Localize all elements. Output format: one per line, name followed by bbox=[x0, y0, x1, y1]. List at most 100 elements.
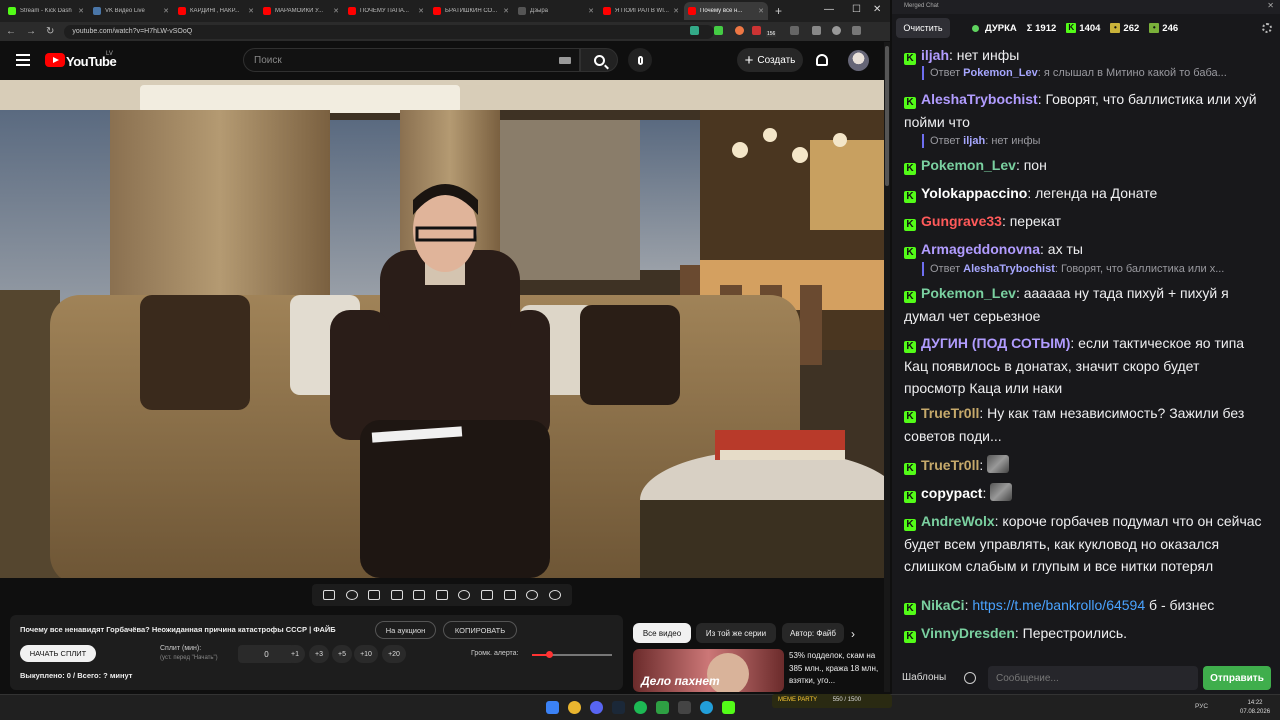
minimize-icon[interactable]: — bbox=[824, 4, 834, 15]
chat-username[interactable]: AleshaTrybochist bbox=[921, 91, 1038, 107]
gear-icon[interactable] bbox=[548, 590, 561, 600]
chat-username[interactable]: TrueTr0ll bbox=[921, 457, 979, 473]
chat-username[interactable]: TrueTr0ll bbox=[921, 405, 979, 421]
back-icon[interactable]: ← bbox=[6, 26, 16, 37]
browser-tab[interactable]: БРАТИШКИН СО... ✕ bbox=[429, 2, 513, 20]
download-icon[interactable] bbox=[812, 26, 821, 35]
increment-button[interactable]: +10 bbox=[354, 645, 378, 663]
create-button[interactable]: + Создать bbox=[737, 48, 803, 72]
discord-icon[interactable] bbox=[590, 701, 603, 714]
tab-close-icon[interactable]: ✕ bbox=[163, 7, 169, 15]
browser-tab[interactable]: КАРДИНГ, НАКР... ✕ bbox=[174, 2, 258, 20]
chrome-icon[interactable] bbox=[568, 701, 581, 714]
increment-button[interactable]: +5 bbox=[332, 645, 352, 663]
add-icon[interactable] bbox=[480, 590, 493, 600]
browser-tab[interactable]: Stream - Kick Dash ✕ bbox=[4, 2, 88, 20]
extension-icon[interactable] bbox=[690, 26, 699, 35]
tab-close-icon[interactable]: ✕ bbox=[503, 7, 509, 15]
playlist-icon[interactable] bbox=[368, 590, 381, 600]
chat-username[interactable]: Gungrave33 bbox=[921, 213, 1002, 229]
emoji-icon[interactable] bbox=[964, 672, 976, 684]
chat-username[interactable]: Pokemon_Lev bbox=[921, 157, 1016, 173]
close-icon[interactable]: ✕ bbox=[1267, 1, 1274, 10]
increment-button[interactable]: +1 bbox=[285, 645, 305, 663]
search-button[interactable] bbox=[580, 48, 618, 72]
chevron-right-icon[interactable]: › bbox=[851, 627, 855, 641]
close-icon[interactable]: ✕ bbox=[873, 4, 881, 15]
extension-icon[interactable] bbox=[735, 26, 744, 35]
maximize-icon[interactable]: ☐ bbox=[852, 4, 861, 15]
chat-username[interactable]: Yolokappaccino bbox=[921, 185, 1027, 201]
message-input[interactable]: Сообщение... bbox=[988, 666, 1198, 690]
flask-icon[interactable] bbox=[526, 590, 539, 600]
profile-icon[interactable] bbox=[832, 26, 841, 35]
recommendation-thumbnail[interactable]: Дело пахнет bbox=[633, 649, 784, 692]
avatar[interactable] bbox=[848, 50, 869, 71]
clapperboard-icon[interactable] bbox=[390, 590, 403, 600]
clock[interactable]: 14:22 07.08.2026 bbox=[1240, 699, 1270, 717]
chip-same-series[interactable]: Из той же серии bbox=[696, 623, 776, 643]
chat-username[interactable]: iljah bbox=[921, 47, 949, 63]
speed-icon[interactable] bbox=[458, 590, 471, 600]
new-tab-icon[interactable]: + bbox=[775, 4, 782, 18]
browser-tab[interactable]: МАРАМОЙКИ У... ✕ bbox=[259, 2, 343, 20]
video-player[interactable] bbox=[0, 80, 884, 578]
browser-tab[interactable]: Дзыра ✕ bbox=[514, 2, 598, 20]
reply-preview[interactable]: Ответ iljah: нет инфы bbox=[922, 134, 1272, 148]
pip-icon[interactable] bbox=[413, 590, 426, 600]
tab-close-icon[interactable]: ✕ bbox=[758, 7, 764, 15]
menu-icon[interactable] bbox=[16, 54, 30, 66]
windows-start-icon[interactable] bbox=[546, 701, 559, 714]
alert-volume-slider[interactable] bbox=[532, 651, 612, 658]
app-icon[interactable] bbox=[678, 701, 691, 714]
increment-button[interactable]: +20 bbox=[382, 645, 406, 663]
extension-icon[interactable] bbox=[752, 26, 761, 35]
copy-button[interactable]: КОПИРОВАТЬ bbox=[443, 621, 517, 639]
recommendation-title[interactable]: 53% подделок, скам на 385 млн., кража 18… bbox=[789, 650, 881, 688]
chat-username[interactable]: NikaCi bbox=[921, 597, 965, 613]
send-button[interactable]: Отправить bbox=[1203, 666, 1271, 690]
chip-all-videos[interactable]: Все видео bbox=[633, 623, 691, 643]
telegram-icon[interactable] bbox=[700, 701, 713, 714]
chat-username[interactable]: AndreWolx bbox=[921, 513, 995, 529]
keyboard-language[interactable]: РУС bbox=[1195, 703, 1208, 710]
chat-username[interactable]: VinnyDresden bbox=[921, 625, 1015, 641]
tab-close-icon[interactable]: ✕ bbox=[333, 7, 339, 15]
youtube-logo-icon[interactable] bbox=[45, 53, 65, 67]
search-input[interactable]: Поиск bbox=[243, 48, 580, 72]
notifications-bell-icon[interactable] bbox=[816, 54, 828, 66]
chat-username[interactable]: Armageddonovna bbox=[921, 241, 1040, 257]
chat-username[interactable]: copypact bbox=[921, 485, 982, 501]
menu-icon[interactable] bbox=[852, 26, 861, 35]
tab-close-icon[interactable]: ✕ bbox=[78, 7, 84, 15]
auction-button[interactable]: На аукцион bbox=[375, 621, 436, 639]
browser-tab[interactable]: Почему все н... ✕ bbox=[684, 2, 768, 20]
increment-button[interactable]: +3 bbox=[309, 645, 329, 663]
loop-icon[interactable] bbox=[323, 590, 336, 600]
chat-link[interactable]: https://t.me/bankrollo/64594 bbox=[972, 597, 1145, 613]
start-split-button[interactable]: НАЧАТЬ СПЛИТ bbox=[20, 645, 96, 662]
browser-tab[interactable]: Я ПОИГРАЛ В WI... ✕ bbox=[599, 2, 683, 20]
url-field[interactable]: youtube.com/watch?v=H7hLW-vSOoQ bbox=[64, 24, 715, 39]
kick-icon[interactable] bbox=[722, 701, 735, 714]
tab-close-icon[interactable]: ✕ bbox=[588, 7, 594, 15]
theater-icon[interactable] bbox=[435, 590, 448, 600]
templates-button[interactable]: Шаблоны bbox=[902, 672, 946, 683]
browser-tab[interactable]: VK Видео Live ✕ bbox=[89, 2, 173, 20]
chat-username[interactable]: ДУГИН (ПОД СОТЫМ) bbox=[921, 335, 1070, 351]
reload-icon[interactable]: ↻ bbox=[46, 26, 54, 37]
chip-author[interactable]: Автор: Файб bbox=[782, 623, 844, 643]
audio-icon[interactable] bbox=[345, 590, 358, 600]
clear-chat-button[interactable]: Очистить bbox=[896, 18, 950, 38]
spotify-icon[interactable] bbox=[634, 701, 647, 714]
extension-icon[interactable] bbox=[790, 26, 799, 35]
reply-preview[interactable]: Ответ AleshaTrybochist: Говорят, что бал… bbox=[922, 262, 1272, 276]
extension-icon[interactable] bbox=[714, 26, 723, 35]
tab-close-icon[interactable]: ✕ bbox=[673, 7, 679, 15]
gear-icon[interactable] bbox=[1262, 23, 1272, 33]
tab-close-icon[interactable]: ✕ bbox=[418, 7, 424, 15]
steam-icon[interactable] bbox=[612, 701, 625, 714]
browser-tab[interactable]: ПОЧЕМУ ПАПА... ✕ bbox=[344, 2, 428, 20]
keyboard-icon[interactable] bbox=[559, 57, 571, 64]
app-icon[interactable] bbox=[656, 701, 669, 714]
